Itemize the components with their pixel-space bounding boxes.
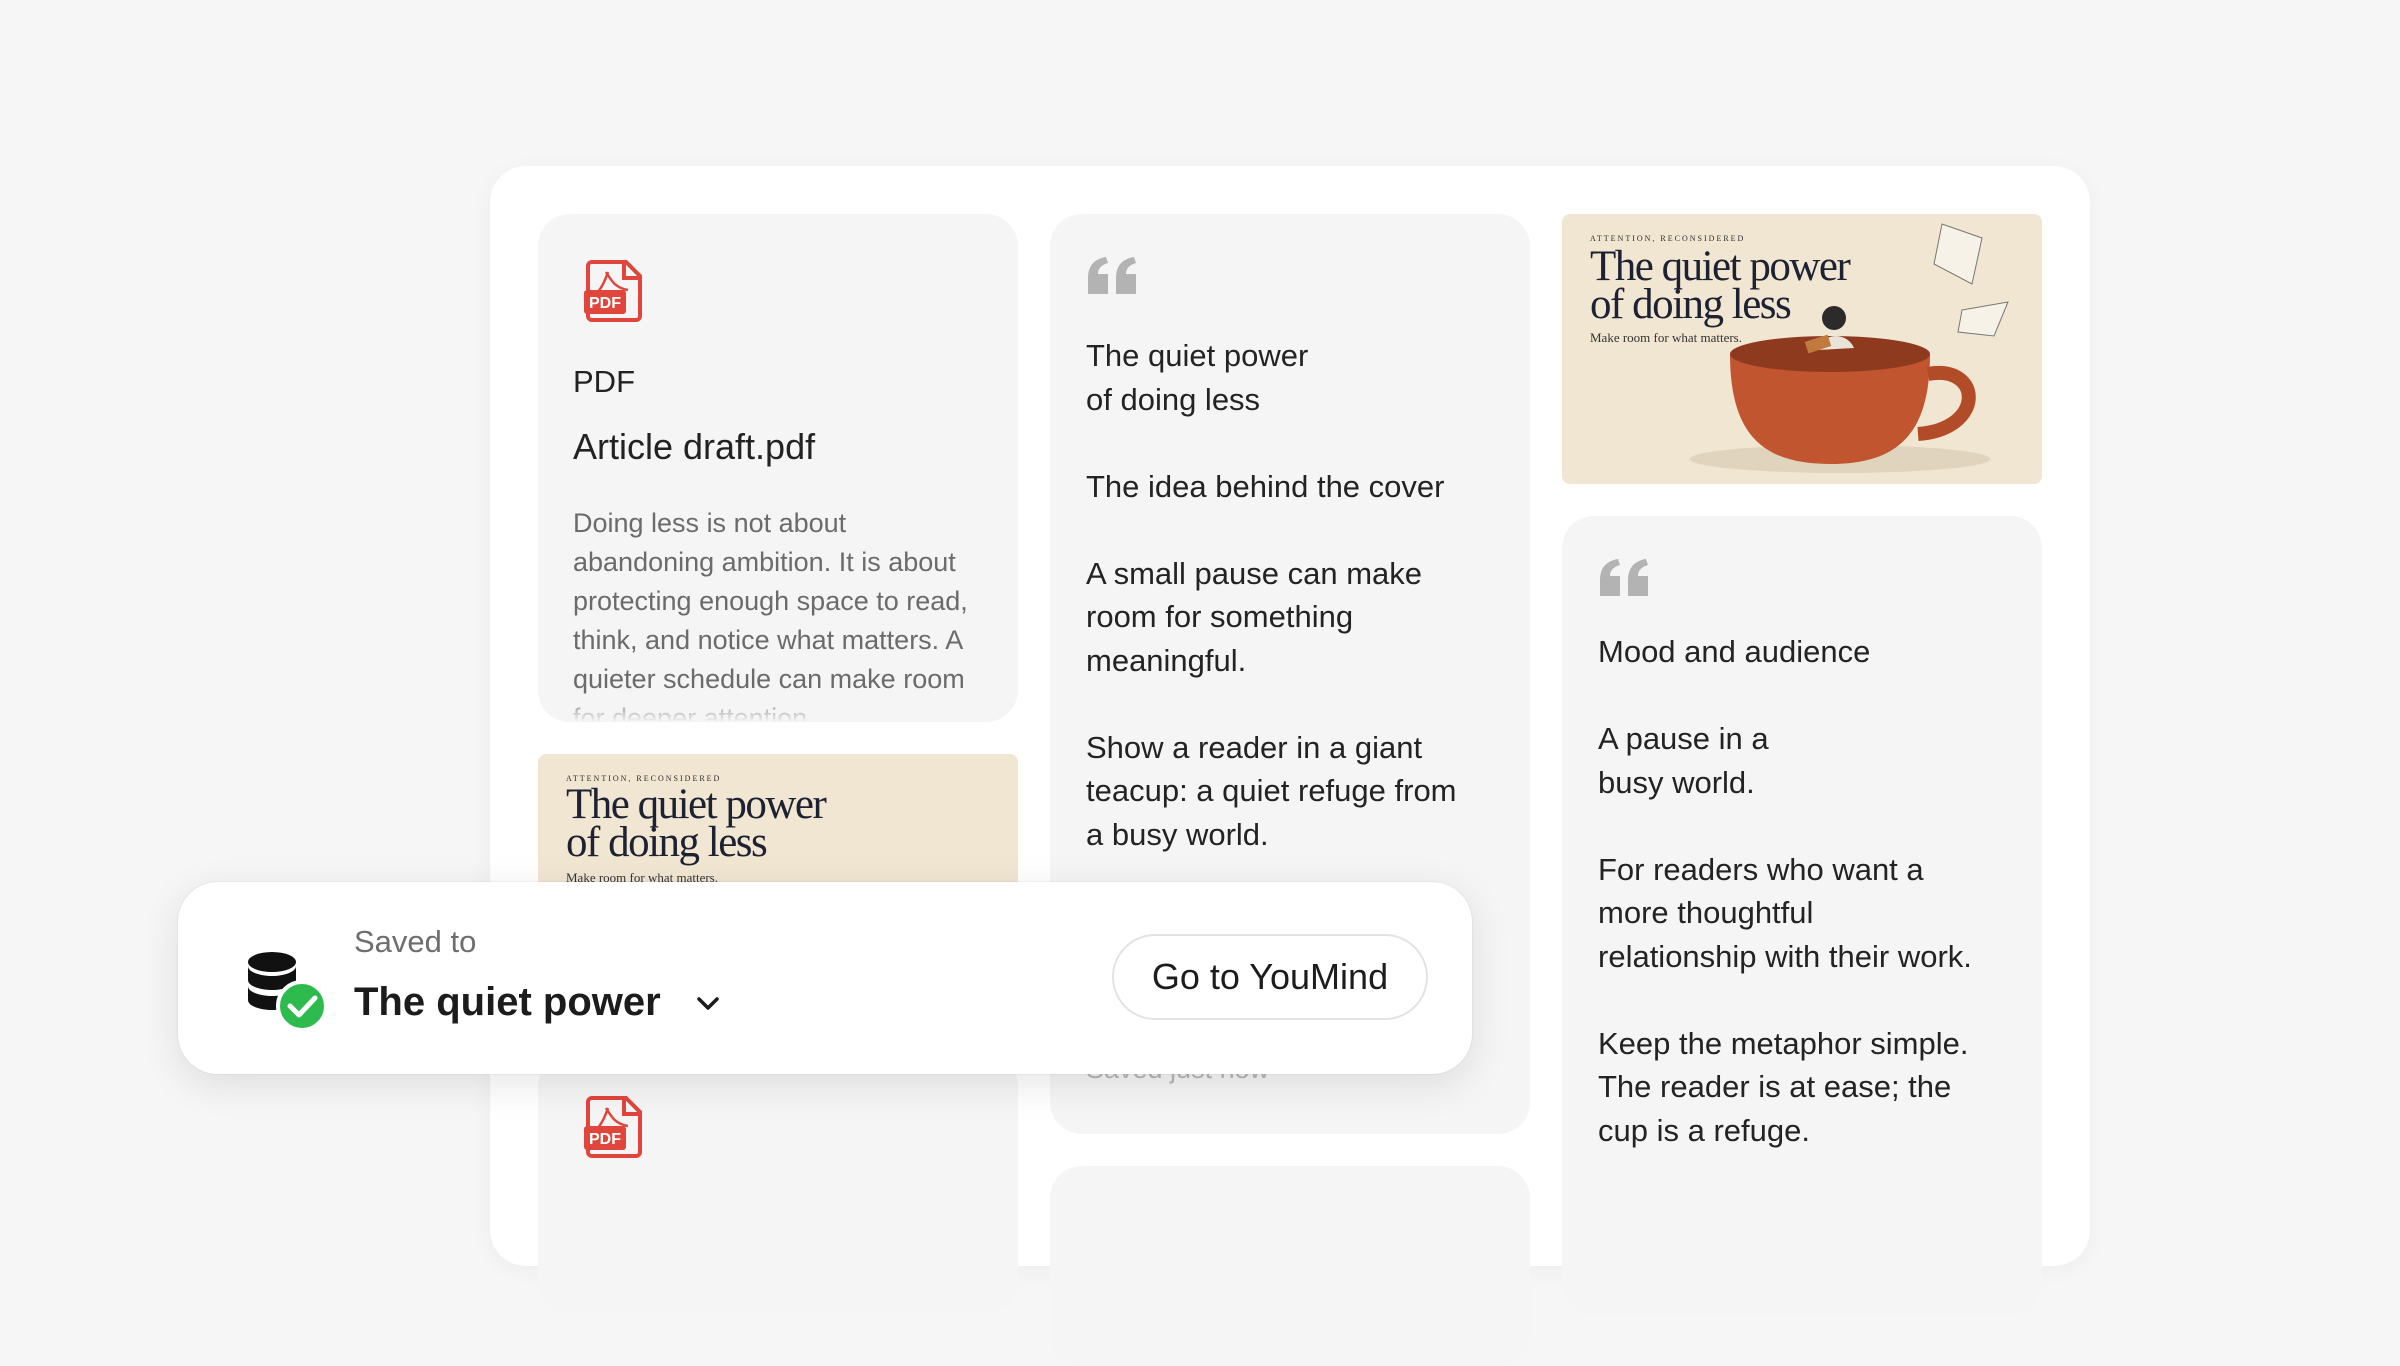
file-description: Doing less is not about abandoning ambit… [573, 508, 968, 722]
quote-icon [1088, 257, 1136, 294]
file-title: Article draft.pdf [573, 426, 816, 467]
chevron-down-icon[interactable] [694, 994, 722, 1014]
cover-title: The quiet power of doing less [566, 781, 827, 866]
cover-image[interactable]: ATTENTION, RECONSIDERED The quiet power … [1562, 214, 2042, 484]
note-text: Mood and audience A pause in a busy worl… [1598, 634, 1972, 1148]
pdf-file-icon: PDF [584, 1096, 642, 1158]
quote-icon [1600, 559, 1648, 596]
file-type-label: PDF [573, 364, 635, 399]
pdf-card[interactable]: PDF PDF Article draft.pdf Doing less is … [538, 214, 1018, 722]
fade-overlay [538, 694, 1018, 722]
teacup-illustration [1690, 223, 2009, 473]
svg-text:PDF: PDF [589, 1131, 621, 1148]
saved-to-label: Saved to [354, 924, 477, 959]
saved-toast: Saved to The quiet power Go to YouMind [178, 882, 1472, 1074]
pdf-card-2[interactable]: PDF [538, 1054, 1018, 1314]
note-card-2[interactable]: Mood and audience A pause in a busy worl… [1562, 516, 2042, 1316]
go-to-youmind-button[interactable]: Go to YouMind [1112, 934, 1428, 1020]
pdf-file-icon: PDF [584, 260, 642, 322]
database-check-icon [248, 952, 328, 1032]
note-card-next[interactable] [1050, 1166, 1530, 1366]
svg-text:PDF: PDF [589, 295, 621, 312]
board: PDF PDF Article draft.pdf Doing less is … [490, 166, 2090, 1366]
collection-selector[interactable]: The quiet power [354, 980, 661, 1025]
note-text: The quiet power of doing less The idea b… [1086, 338, 1457, 852]
